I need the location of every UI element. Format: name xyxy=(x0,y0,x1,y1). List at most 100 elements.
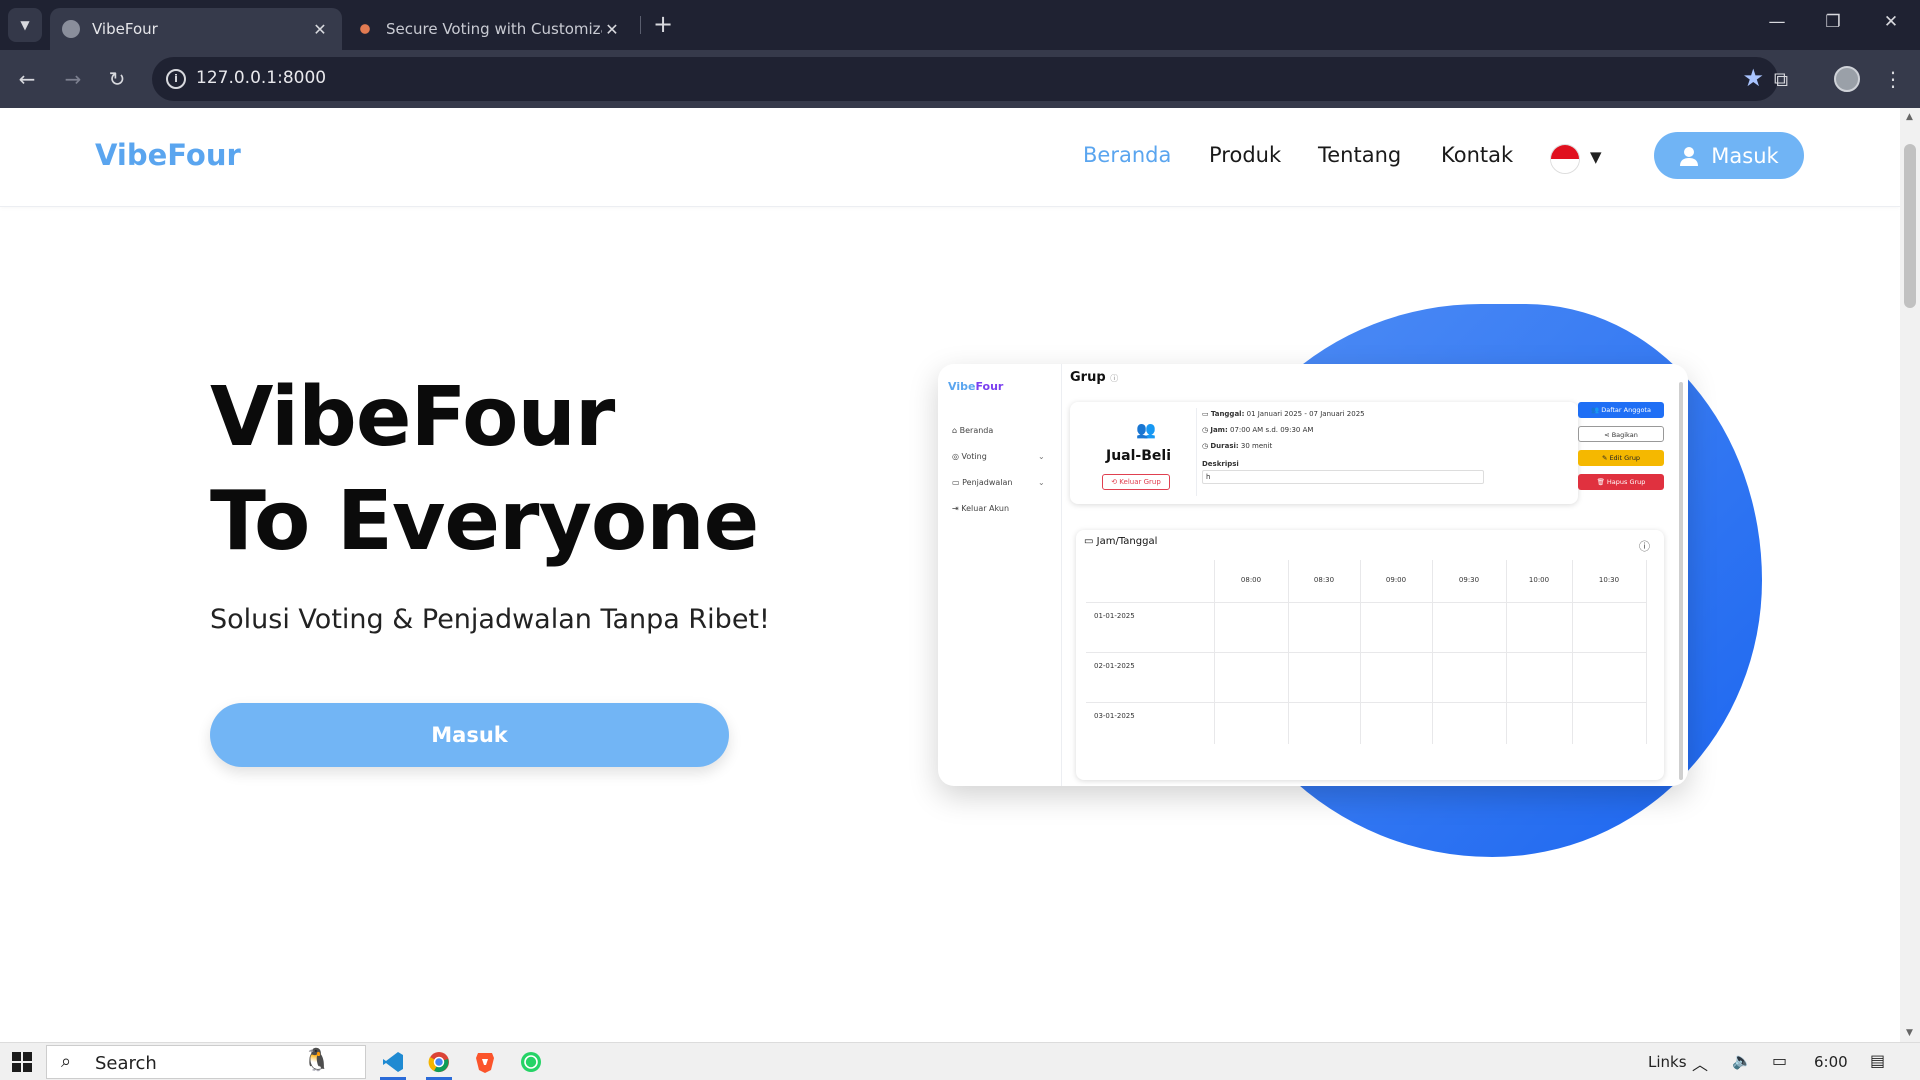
windows-start-icon[interactable] xyxy=(12,1052,32,1072)
hero-login-button[interactable]: Masuk xyxy=(210,703,729,767)
battery-icon[interactable]: ▭ xyxy=(1772,1051,1787,1070)
url-text[interactable]: 127.0.0.1:8000 xyxy=(196,68,326,88)
preview-divider xyxy=(1196,408,1197,496)
windows-taskbar: ⌕ Search 🐧 Links ︿ 🔈 ▭ 6:00 ▤ xyxy=(0,1042,1920,1080)
preview-schedule-title: ▭ Jam/Tanggal xyxy=(1084,536,1158,547)
preview-time-header: 09:00 xyxy=(1385,576,1407,584)
brave-icon[interactable] xyxy=(468,1047,502,1077)
preview-time-header: 10:00 xyxy=(1528,576,1550,584)
tray-links[interactable]: Links xyxy=(1648,1053,1687,1071)
vscode-icon[interactable] xyxy=(376,1047,410,1080)
nav-tentang[interactable]: Tentang xyxy=(1318,143,1401,167)
volume-icon[interactable]: 🔈 xyxy=(1732,1051,1752,1070)
browser-tab-bar: ▼ VibeFour ✕ Secure Voting with Customiz… xyxy=(0,0,1920,50)
browser-toolbar: ← → ↻ i 127.0.0.1:8000 ★ ⧉ ⋮ xyxy=(0,50,1920,108)
users-icon: 👥 xyxy=(1136,420,1156,439)
taskbar-search[interactable]: ⌕ Search 🐧 xyxy=(46,1045,366,1079)
whatsapp-icon[interactable] xyxy=(514,1047,548,1077)
minimize-button[interactable]: — xyxy=(1762,12,1792,38)
preview-group-card: 👥 Jual-Beli ⟲ Keluar Grup ▭ Tanggal: 01 … xyxy=(1070,402,1578,504)
bookmark-star-icon[interactable]: ★ xyxy=(1742,64,1764,92)
close-tab-icon[interactable]: ✕ xyxy=(602,20,622,39)
chevron-down-icon: ▼ xyxy=(20,18,30,32)
preview-desc-box: h xyxy=(1202,470,1484,484)
preview-date-row: 01-01-2025 xyxy=(1094,612,1135,620)
preview-schedule-grid: 08:00 08:30 09:00 09:30 10:00 10:30 01-0… xyxy=(1086,560,1647,744)
search-highlight-icon: 🐧 xyxy=(303,1048,331,1073)
nav-beranda[interactable]: Beranda xyxy=(1083,143,1171,167)
tab-secure-voting[interactable]: Secure Voting with Customizabl ✕ xyxy=(344,8,634,50)
tray-clock[interactable]: 6:00 xyxy=(1814,1053,1848,1071)
preview-edit-button: ✎ Edit Grup xyxy=(1578,450,1664,466)
profile-avatar[interactable] xyxy=(1834,66,1860,92)
hero-subtitle: Solusi Voting & Penjadwalan Tanpa Ribet! xyxy=(210,604,770,635)
tab-title: VibeFour xyxy=(92,20,158,38)
close-window-button[interactable]: ✕ xyxy=(1876,12,1906,38)
site-logo[interactable]: VibeFour xyxy=(95,138,241,172)
dashboard-preview: VibeFour ⌂ Beranda ◎ Voting ⌄ ▭ Penjadwal… xyxy=(938,364,1688,786)
chrome-icon[interactable] xyxy=(422,1047,456,1080)
preview-members-button: 👥 Daftar Anggota xyxy=(1578,402,1664,418)
preview-date-row: 02-01-2025 xyxy=(1094,662,1135,670)
search-icon: ⌕ xyxy=(61,1051,72,1072)
forward-button[interactable]: → xyxy=(58,64,88,94)
preview-sidebar-voting: ◎ Voting ⌄ xyxy=(952,452,1045,461)
preview-group-name: Jual-Beli xyxy=(1106,448,1171,464)
tab-search-button[interactable]: ▼ xyxy=(8,8,42,42)
scroll-up-icon[interactable]: ▲ xyxy=(1906,112,1913,122)
language-caret-icon[interactable]: ▼ xyxy=(1590,148,1602,166)
preview-date-row: 03-01-2025 xyxy=(1094,712,1135,720)
globe-icon xyxy=(62,20,80,38)
scroll-thumb[interactable] xyxy=(1904,144,1916,308)
preview-time-info: ◷ Jam: 07:00 AM s.d. 09:30 AM xyxy=(1202,426,1314,434)
hero-title-line2: To Everyone xyxy=(210,474,759,569)
preview-duration-info: ◷ Durasi: 30 menit xyxy=(1202,442,1273,450)
tab-separator xyxy=(640,16,641,34)
site-header: VibeFour Beranda Produk Tentang Kontak ▼… xyxy=(0,108,1900,207)
preview-logo: VibeFour xyxy=(948,380,1004,393)
nav-produk[interactable]: Produk xyxy=(1209,143,1281,167)
user-icon xyxy=(1680,146,1699,166)
preview-sidebar: VibeFour ⌂ Beranda ◎ Voting ⌄ ▭ Penjadwal… xyxy=(938,364,1062,786)
preview-sidebar-beranda: ⌂ Beranda xyxy=(952,426,994,435)
preview-date-info: ▭ Tanggal: 01 Januari 2025 - 07 Januari … xyxy=(1202,410,1365,418)
header-login-button[interactable]: Masuk xyxy=(1654,132,1804,179)
preview-sidebar-penjadwalan: ▭ Penjadwalan ⌄ xyxy=(952,478,1045,487)
site-info-icon[interactable]: i xyxy=(166,69,186,89)
extensions-icon[interactable]: ⧉ xyxy=(1766,64,1796,94)
scroll-down-icon[interactable]: ▼ xyxy=(1906,1028,1913,1038)
back-button[interactable]: ← xyxy=(12,64,42,94)
reload-button[interactable]: ↻ xyxy=(102,64,132,94)
info-icon: ⓘ xyxy=(1639,540,1650,553)
hero-title-line1: VibeFour xyxy=(210,370,615,465)
preview-time-header: 08:30 xyxy=(1313,576,1335,584)
preview-page-title: Grup ⓘ xyxy=(1070,370,1119,385)
preview-time-header: 10:30 xyxy=(1598,576,1620,584)
menu-kebab-icon[interactable]: ⋮ xyxy=(1878,64,1908,94)
help-icon: ⓘ xyxy=(1110,374,1119,383)
indonesia-flag-icon[interactable] xyxy=(1550,144,1580,174)
tab-vibefour[interactable]: VibeFour ✕ xyxy=(50,8,342,50)
preview-time-header: 08:00 xyxy=(1240,576,1262,584)
notification-icon[interactable]: ▤ xyxy=(1870,1051,1885,1070)
page-scrollbar[interactable]: ▲ ▼ xyxy=(1900,108,1920,1042)
new-tab-button[interactable]: + xyxy=(650,12,676,38)
taskbar-search-label: Search xyxy=(95,1053,157,1074)
address-bar[interactable]: i 127.0.0.1:8000 ★ xyxy=(152,57,1778,101)
tab-title: Secure Voting with Customizabl xyxy=(386,20,602,38)
preview-leave-button: ⟲ Keluar Grup xyxy=(1102,474,1170,490)
chevron-down-icon: ⌄ xyxy=(1038,478,1045,487)
chevron-up-icon[interactable]: ︿ xyxy=(1692,1051,1708,1075)
nav-kontak[interactable]: Kontak xyxy=(1441,143,1513,167)
preview-time-header: 09:30 xyxy=(1458,576,1480,584)
preview-scrollbar xyxy=(1679,382,1683,780)
preview-delete-button: 🗑 Hapus Grup xyxy=(1578,474,1664,490)
preview-share-button: ⋖ Bagikan xyxy=(1578,426,1664,442)
page-viewport: VibeFour Beranda Produk Tentang Kontak ▼… xyxy=(0,108,1900,1042)
header-login-label: Masuk xyxy=(1711,143,1779,168)
chevron-down-icon: ⌄ xyxy=(1038,452,1045,461)
restore-button[interactable]: ❐ xyxy=(1818,12,1848,38)
preview-sidebar-keluar: ⇥ Keluar Akun xyxy=(952,504,1010,513)
close-tab-icon[interactable]: ✕ xyxy=(310,20,330,39)
claude-icon xyxy=(356,20,374,38)
